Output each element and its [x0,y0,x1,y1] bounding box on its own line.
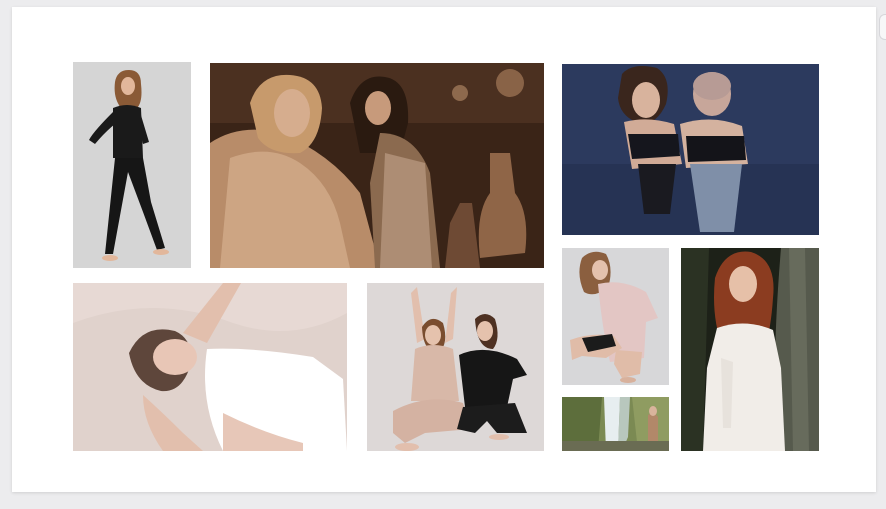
photo-standing-woman-image [73,62,191,268]
photo-two-women-seated-image [367,283,544,451]
photo-redhead-forest[interactable] [681,248,819,451]
photo-two-women-blue[interactable] [562,64,819,235]
photo-two-women-seated[interactable] [367,283,544,451]
gallery-card [12,7,876,492]
photo-woman-lying-sand[interactable] [73,283,347,451]
photo-redhead-forest-image [681,248,819,451]
photo-waterfall-image [562,397,669,451]
photo-standing-woman[interactable] [73,62,191,268]
photo-fur-coat-bar[interactable] [210,63,544,268]
photo-fur-coat-bar-image [210,63,544,268]
photo-woman-crouching-image [562,248,669,385]
photo-woman-lying-sand-image [73,283,347,451]
photo-waterfall[interactable] [562,397,669,451]
photo-two-women-blue-image [562,64,819,235]
photo-woman-crouching[interactable] [562,248,669,385]
scroll-edge-handle[interactable] [879,14,886,40]
